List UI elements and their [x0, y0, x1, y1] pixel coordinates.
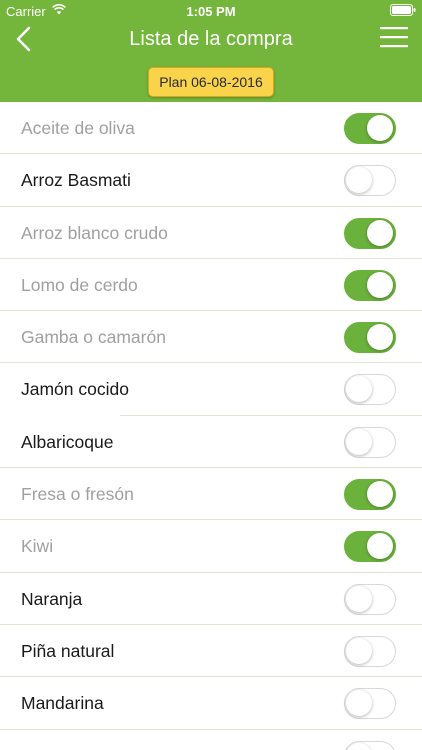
item-label: Naranja: [21, 588, 83, 609]
toggle-knob: [346, 376, 372, 403]
status-time: 1:05 PM: [186, 4, 236, 19]
toggle-knob: [367, 115, 393, 141]
item-label: Piña natural: [21, 640, 115, 661]
item-toggle[interactable]: [344, 374, 396, 406]
item-label: Mandarina: [21, 693, 104, 714]
item-toggle[interactable]: [344, 322, 396, 354]
list-item: Arroz Basmati: [0, 154, 422, 207]
item-label: Gamba o camarón: [21, 327, 166, 348]
toggle-knob: [367, 324, 393, 351]
list-item: Gamba o camarón: [0, 311, 422, 364]
toggle-knob: [367, 271, 393, 298]
item-label: Kiwi: [21, 536, 54, 557]
item-toggle[interactable]: [344, 583, 396, 615]
list-item: Aceite de oliva: [0, 102, 422, 155]
item-label: Aceite de oliva: [21, 118, 135, 138]
toggle-knob: [346, 637, 372, 664]
item-toggle[interactable]: [344, 426, 396, 458]
item-toggle[interactable]: [344, 531, 396, 563]
toggle-knob: [346, 167, 372, 194]
toggle-knob: [346, 690, 372, 717]
item-toggle[interactable]: [344, 113, 396, 144]
list-item: Mandarina: [0, 677, 422, 730]
list-item: Mango: [0, 730, 422, 750]
toggle-knob: [367, 219, 393, 246]
toggle-knob: [346, 428, 372, 455]
item-label: Jamón cocido: [21, 379, 129, 400]
item-toggle[interactable]: [344, 740, 396, 750]
item-toggle[interactable]: [344, 635, 396, 667]
item-toggle[interactable]: [344, 217, 396, 249]
list-item: Naranja: [0, 573, 422, 625]
hamburger-menu-icon[interactable]: [380, 26, 408, 48]
toggle-knob: [346, 742, 372, 750]
item-label: Arroz Basmati: [21, 170, 131, 191]
list-item: Lomo de cerdo: [0, 259, 422, 312]
item-label: Mango: [21, 730, 75, 750]
toggle-knob: [367, 481, 393, 508]
item-toggle[interactable]: [344, 165, 396, 197]
shopping-list: Aceite de oliva Arroz Basmati Arroz blanco…: [0, 102, 422, 750]
app-header: Carrier 1:05 PM Lista de la compra Plan …: [0, 0, 422, 102]
item-label: Fresa o fresón: [21, 484, 134, 505]
list-item: Albaricoque: [0, 416, 422, 469]
list-item: Arroz blanco crudo: [0, 207, 422, 259]
item-label: Lomo de cerdo: [21, 274, 138, 295]
plan-date-badge[interactable]: Plan 06-08-2016: [148, 67, 274, 97]
toggle-knob: [367, 533, 393, 560]
battery-icon: [390, 4, 416, 16]
item-label: Albaricoque: [21, 431, 114, 452]
list-item: Jamón cocido: [0, 363, 422, 416]
chevron-left-icon[interactable]: [12, 24, 36, 54]
item-toggle[interactable]: [344, 688, 396, 720]
list-item: Kiwi: [0, 520, 422, 573]
item-label: Arroz blanco crudo: [21, 222, 168, 243]
toggle-knob: [346, 585, 372, 612]
status-bar: Carrier 1:05 PM: [0, 0, 422, 22]
list-item: Piña natural: [0, 625, 422, 678]
item-toggle[interactable]: [344, 269, 396, 301]
list-item: Fresa o fresón: [0, 468, 422, 521]
page-title: Lista de la compra: [129, 28, 293, 50]
item-toggle[interactable]: [344, 479, 396, 511]
